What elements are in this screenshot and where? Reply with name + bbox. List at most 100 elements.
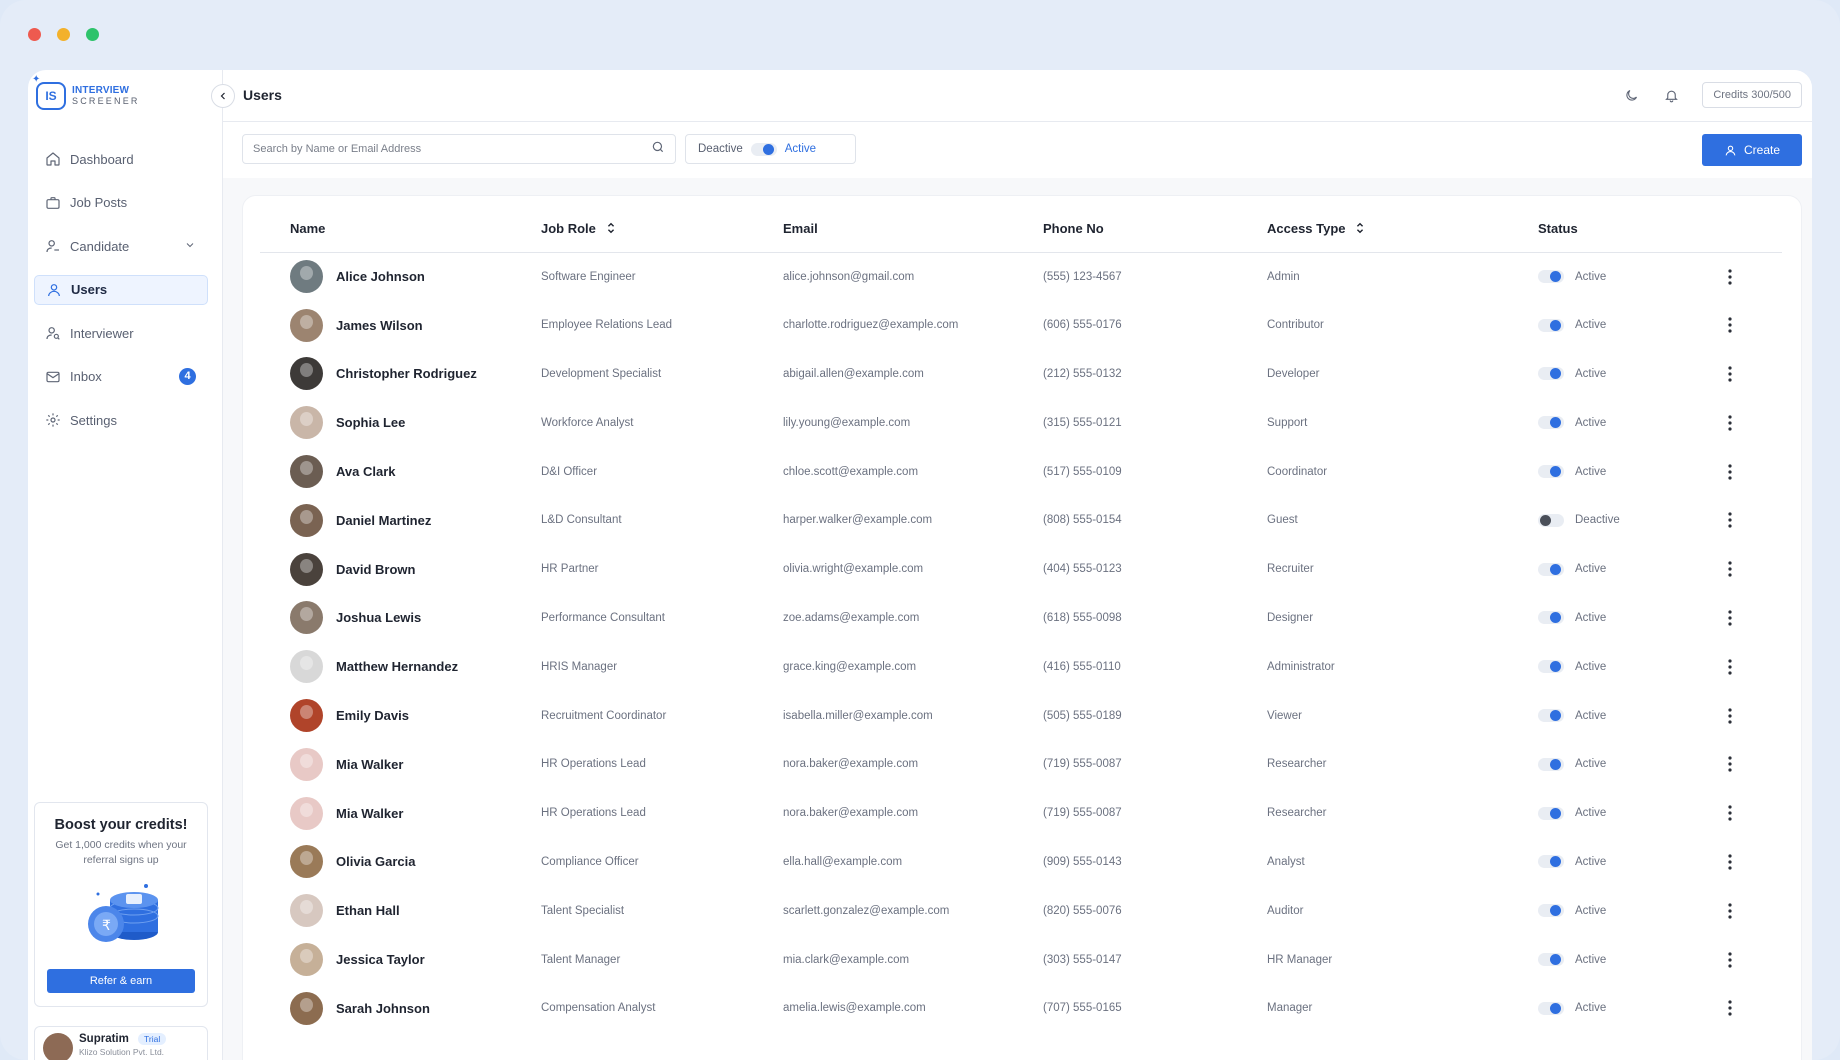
user-name-cell[interactable]: Matthew Hernandez [336,659,458,674]
bell-icon[interactable] [1662,86,1680,104]
table-row[interactable]: Christopher Rodriguez Development Specia… [260,350,1782,399]
email-cell: alice.johnson@gmail.com [783,270,915,283]
close-window-button[interactable] [28,28,41,41]
sidebar-item-users[interactable]: Users [34,274,208,305]
search-input[interactable] [253,143,651,155]
status-toggle[interactable] [1538,416,1564,430]
table-row[interactable]: Matthew Hernandez HRIS Manager grace.kin… [260,642,1782,691]
column-header-job-role[interactable]: Job Role [541,196,783,252]
more-options-icon[interactable] [1720,950,1740,970]
status-toggle[interactable] [1538,806,1564,820]
more-options-icon[interactable] [1720,462,1740,482]
table-row[interactable]: Daniel Martinez L&D Consultant harper.wa… [260,496,1782,545]
status-toggle[interactable] [1538,1001,1564,1015]
more-options-icon[interactable] [1720,852,1740,872]
table-row[interactable]: Alice Johnson Software Engineer alice.jo… [260,252,1782,301]
sidebar-item-settings[interactable]: Settings [34,405,208,435]
table-row[interactable]: Jessica Taylor Talent Manager mia.clark@… [260,935,1782,984]
logo[interactable]: IS INTERVIEW SCREENER [32,74,140,110]
status-toggle[interactable] [1538,562,1564,576]
more-options-icon[interactable] [1720,267,1740,287]
user-plus-icon [1725,145,1736,155]
status-toggle[interactable] [1538,513,1564,527]
more-options-icon[interactable] [1720,901,1740,921]
status-toggle[interactable] [1538,465,1564,479]
chevron-down-icon[interactable] [184,239,196,254]
status-toggle[interactable] [1538,709,1564,723]
create-user-button[interactable]: Create [1702,134,1802,166]
more-options-icon[interactable] [1720,998,1740,1018]
more-options-icon[interactable] [1720,754,1740,774]
search-icon[interactable] [651,140,665,159]
user-name-cell[interactable]: Sophia Lee [336,415,405,430]
minimize-window-button[interactable] [57,28,70,41]
status-toggle[interactable] [1538,318,1564,332]
user-name-cell[interactable]: Mia Walker [336,757,403,772]
moon-icon[interactable] [1622,86,1640,104]
table-row[interactable]: Emily Davis Recruitment Coordinator isab… [260,691,1782,740]
status-toggle[interactable] [1538,855,1564,869]
more-options-icon[interactable] [1720,315,1740,335]
status-filter-toggle[interactable] [750,142,777,156]
user-name-cell[interactable]: Joshua Lewis [336,610,421,625]
more-options-icon[interactable] [1720,413,1740,433]
status-toggle[interactable] [1538,367,1564,381]
table-row[interactable]: David Brown HR Partner olivia.wright@exa… [260,545,1782,594]
current-user-card[interactable]: Supratim Trial Klizo Solution Pvt. Ltd. [34,1026,208,1060]
job-role-cell: HR Operations Lead [541,758,646,771]
job-role-cell: Talent Manager [541,953,621,966]
more-options-icon[interactable] [1720,608,1740,628]
user-name-cell[interactable]: Alice Johnson [336,269,425,284]
avatar [290,601,323,635]
more-options-icon[interactable] [1720,706,1740,726]
sidebar-item-candidate[interactable]: Candidate [34,231,208,261]
user-name-cell[interactable]: Ava Clark [336,464,396,479]
sort-icon[interactable] [1355,222,1365,237]
collapse-sidebar-button[interactable] [211,84,235,108]
more-options-icon[interactable] [1720,657,1740,677]
status-toggle[interactable] [1538,611,1564,625]
table-row[interactable]: Ava Clark D&I Officer chloe.scott@exampl… [260,447,1782,496]
user-name-cell[interactable]: Ethan Hall [336,903,400,918]
job-role-cell: HR Partner [541,563,599,576]
user-name-cell[interactable]: Emily Davis [336,708,409,723]
user-name-cell[interactable]: Jessica Taylor [336,952,425,967]
user-name-cell[interactable]: Daniel Martinez [336,513,431,528]
refer-and-earn-button[interactable]: Refer & earn [47,969,195,993]
sidebar-item-dashboard[interactable]: Dashboard [34,144,208,174]
more-options-icon[interactable] [1720,803,1740,823]
status-toggle[interactable] [1538,757,1564,771]
status-toggle[interactable] [1538,953,1564,967]
more-options-icon[interactable] [1720,510,1740,530]
sidebar-item-job-posts[interactable]: Job Posts [34,188,208,218]
status-toggle[interactable] [1538,904,1564,918]
table-row[interactable]: Mia Walker HR Operations Lead nora.baker… [260,740,1782,789]
maximize-window-button[interactable] [86,28,99,41]
sort-icon[interactable] [606,222,616,237]
status-label: Active [1575,953,1607,966]
table-row[interactable]: Olivia Garcia Compliance Officer ella.ha… [260,838,1782,887]
user-name-cell[interactable]: Christopher Rodriguez [336,366,477,381]
phone-cell: (909) 555-0143 [1043,855,1122,868]
table-row[interactable]: Sophia Lee Workforce Analyst lily.young@… [260,398,1782,447]
status-toggle[interactable] [1538,270,1564,284]
user-name-cell[interactable]: James Wilson [336,318,423,333]
sidebar-item-inbox[interactable]: Inbox 4 [34,362,208,392]
more-options-icon[interactable] [1720,559,1740,579]
user-name-cell[interactable]: Olivia Garcia [336,854,416,869]
column-header-access-type[interactable]: Access Type [1267,196,1538,252]
table-row[interactable]: Ethan Hall Talent Specialist scarlett.go… [260,886,1782,935]
user-check-icon [44,237,62,255]
user-name-cell[interactable]: Sarah Johnson [336,1001,430,1016]
credits-indicator[interactable]: Credits 300/500 [1702,82,1802,108]
table-row[interactable]: Joshua Lewis Performance Consultant zoe.… [260,594,1782,643]
access-type-cell: Contributor [1267,319,1324,332]
table-row[interactable]: Sarah Johnson Compensation Analyst ameli… [260,984,1782,1033]
sidebar-item-interviewer[interactable]: Interviewer [34,318,208,348]
more-options-icon[interactable] [1720,364,1740,384]
table-row[interactable]: Mia Walker HR Operations Lead nora.baker… [260,789,1782,838]
status-toggle[interactable] [1538,660,1564,674]
user-name-cell[interactable]: David Brown [336,562,415,577]
user-name-cell[interactable]: Mia Walker [336,806,403,821]
table-row[interactable]: James Wilson Employee Relations Lead cha… [260,301,1782,350]
